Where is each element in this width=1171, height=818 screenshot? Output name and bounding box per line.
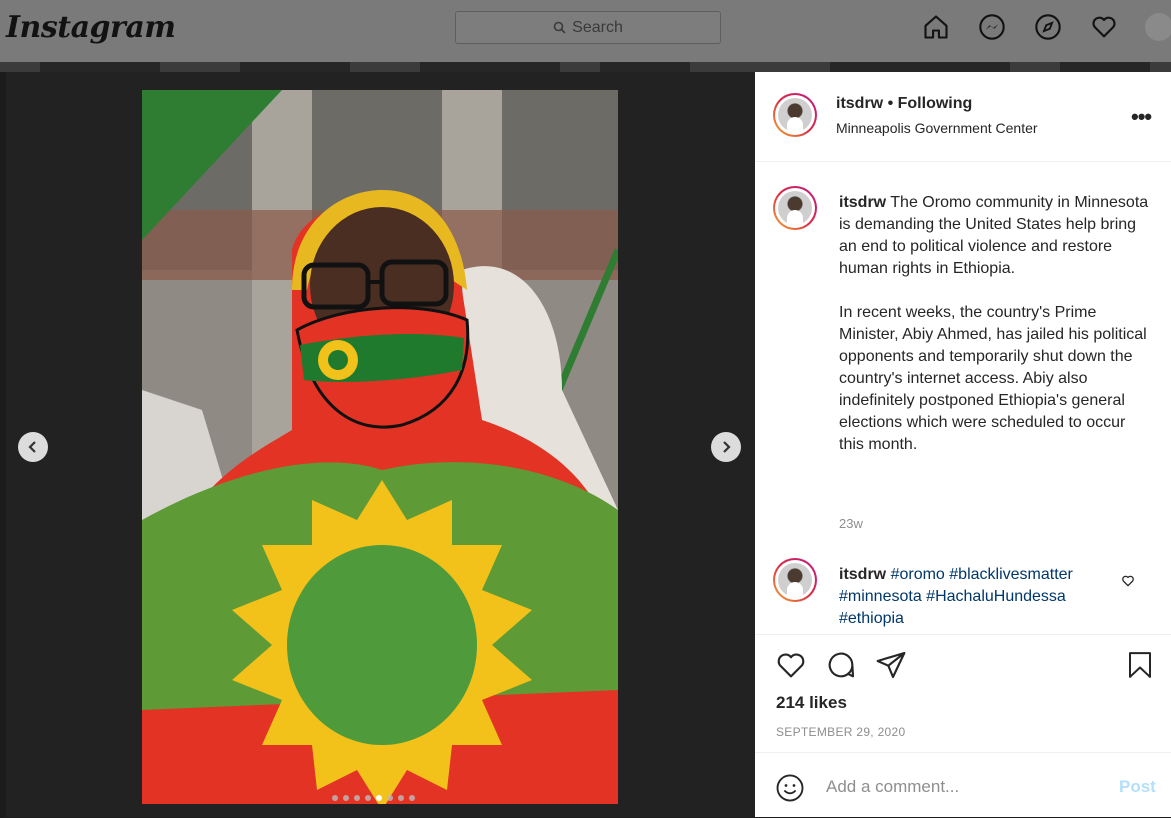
share-send-icon[interactable] [875,649,907,686]
search-input[interactable]: Search [455,11,721,44]
comments-section: itsdrw The Oromo community in Minnesota … [755,162,1171,634]
hashtag-link[interactable]: #oromo [891,566,945,583]
post-photo[interactable] [142,90,618,804]
comment-avatar[interactable] [773,558,817,602]
hashtag-link[interactable]: #ethiopia [839,610,904,627]
chevron-right-icon [723,441,731,453]
instagram-logo[interactable]: Instagram [6,10,176,45]
caption-time[interactable]: 23w [839,516,863,531]
save-bookmark-icon[interactable] [1125,649,1155,686]
caption-paragraph-1: The Oromo community in Minnesota is dema… [839,194,1149,277]
comment-input[interactable]: Add a comment... [826,777,959,797]
like-heart-icon[interactable] [775,649,807,686]
hashtag-comment: itsdrw #oromo #blacklivesmatter #minneso… [839,564,1109,630]
like-comment-icon[interactable] [1121,574,1135,593]
caption-username[interactable]: itsdrw [839,194,886,211]
home-icon[interactable] [921,12,951,42]
carousel-dot [387,795,393,801]
carousel-dots [332,795,415,801]
emoji-icon[interactable] [775,773,805,808]
more-options-icon[interactable]: ••• [1131,104,1152,130]
hashtag-link[interactable]: #minnesota [839,588,922,605]
top-nav: Instagram Search [0,0,1171,63]
post-location[interactable]: Minneapolis Government Center [836,120,1038,136]
feed-strip [0,62,1171,72]
nav-icons [921,12,1171,42]
header-avatar[interactable] [773,93,817,137]
photo-illustration [142,90,618,804]
carousel-dot [409,795,415,801]
caption: itsdrw The Oromo community in Minnesota … [839,192,1149,456]
previous-slide-button[interactable] [18,432,48,462]
carousel-dot [398,795,404,801]
carousel-dot [343,795,349,801]
post-detail-panel: itsdrw • Following Minneapolis Governmen… [755,72,1171,817]
comment-username[interactable]: itsdrw [839,566,886,583]
explore-compass-icon[interactable] [1033,12,1063,42]
search-placeholder: Search [572,18,623,36]
carousel-dot [365,795,371,801]
hashtag-link[interactable]: #HachaluHundessa [926,588,1066,605]
header-username[interactable]: itsdrw [836,95,883,112]
comment-bubble-icon[interactable] [825,649,857,686]
next-slide-button[interactable] [711,432,741,462]
carousel-dot-active [376,795,382,801]
carousel-dot [354,795,360,801]
caption-paragraph-2: In recent weeks, the country's Prime Min… [839,304,1147,453]
post-header: itsdrw • Following Minneapolis Governmen… [755,72,1171,162]
carousel-dot [332,795,338,801]
search-icon [553,21,566,34]
header-user: itsdrw • Following [836,95,972,113]
chevron-left-icon [28,441,36,453]
like-count[interactable]: 214 likes [776,693,847,713]
profile-avatar[interactable] [1145,13,1171,41]
caption-avatar[interactable] [773,186,817,230]
following-status[interactable]: • Following [888,95,973,112]
post-date[interactable]: SEPTEMBER 29, 2020 [776,725,905,739]
hashtag-link[interactable]: #blacklivesmatter [949,566,1073,583]
activity-heart-icon[interactable] [1089,12,1119,42]
add-comment-bar: Add a comment... Post [755,752,1171,818]
messenger-icon[interactable] [977,12,1007,42]
post-comment-button[interactable]: Post [1119,777,1156,797]
post-actions: 214 likes SEPTEMBER 29, 2020 [755,634,1171,753]
